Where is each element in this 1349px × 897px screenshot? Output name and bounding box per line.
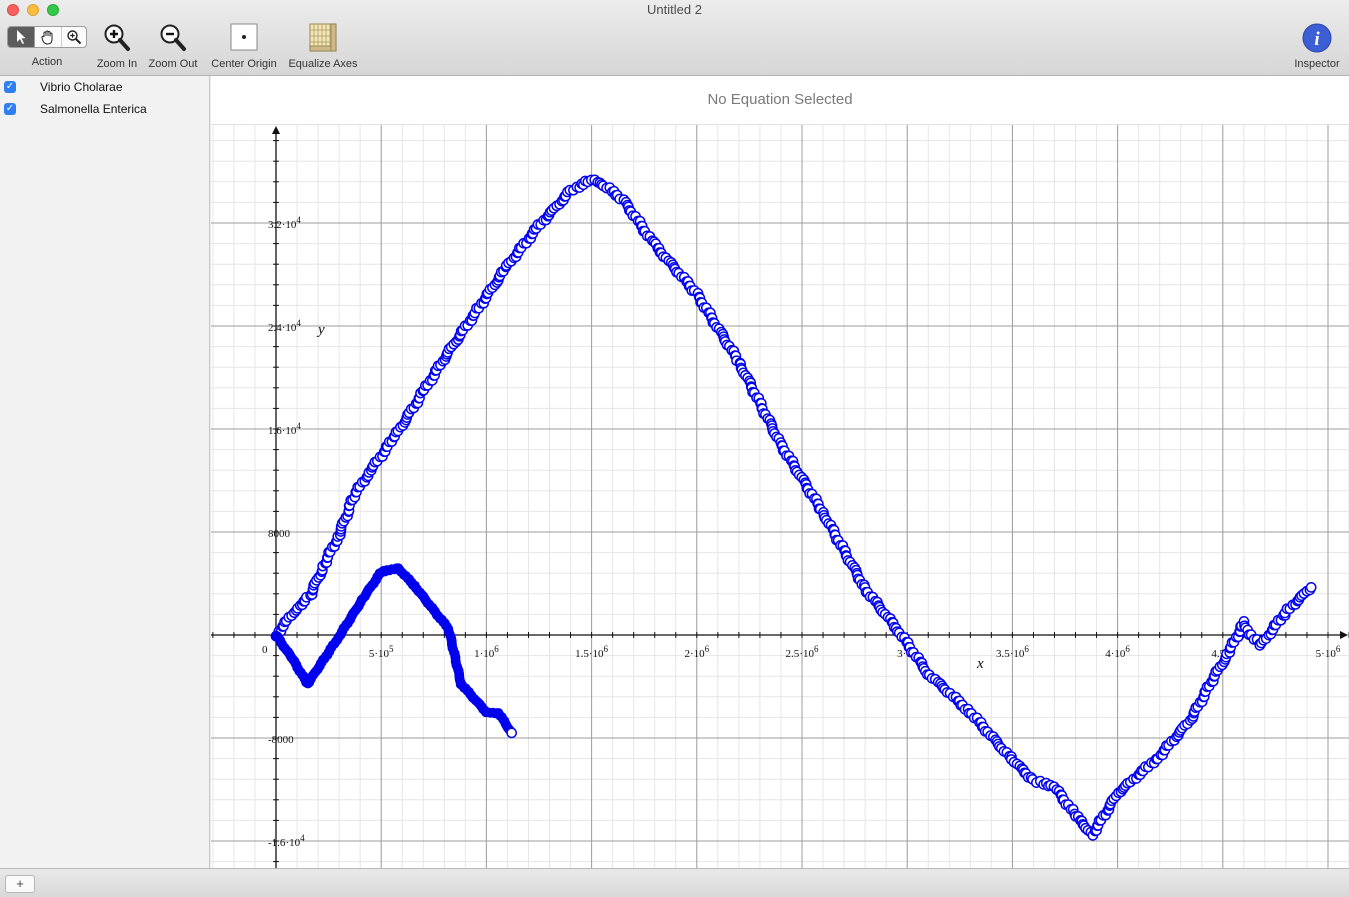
y-tick-label: -1.6·104 [268,833,305,849]
zoom-out-icon [160,24,186,51]
zoom-in-icon [104,24,130,51]
series-0 [270,174,1317,841]
bottom-bar: + [0,868,1349,897]
info-icon: i [1302,23,1332,53]
data-point [1305,582,1317,593]
svg-text:i: i [1314,29,1320,50]
equation-status: No Equation Selected [211,76,1349,125]
graph-canvas[interactable]: 05·1051·1061.5·1062·1062.5·1063·103.5·10… [211,125,1349,869]
action-tool-group: Action [22,56,72,68]
data-point [506,727,517,739]
zoom-out-button[interactable]: Zoom Out [146,22,200,70]
equation-list-sidebar: ✓ Vibrio Cholarae ✓ Salmonella Enterica [0,76,210,868]
x-axis-arrow-icon [1340,631,1348,639]
equalize-axes-label: Equalize Axes [288,58,358,70]
x-tick-label: 0 [262,644,268,656]
y-tick-label: 2.4·104 [268,318,301,334]
series-visibility-checkbox[interactable]: ✓ [4,81,16,93]
center-origin-label: Center Origin [211,58,277,70]
y-tick-label: -8000 [268,734,294,746]
y-axis-arrow-icon [272,126,280,134]
equalize-axes-icon [309,23,337,52]
y-axis-label: y [316,322,325,338]
series-visibility-checkbox[interactable]: ✓ [4,103,16,115]
x-axis-label: x [976,656,984,672]
arrow-pointer-icon[interactable] [8,27,35,47]
window-title: Untitled 2 [647,2,702,17]
list-item[interactable]: ✓ Salmonella Enterica [0,99,209,119]
zoom-in-label: Zoom In [96,58,138,70]
major-grid [211,125,1349,869]
inspector-button[interactable]: i Inspector [1288,22,1346,70]
list-item[interactable]: ✓ Vibrio Cholarae [0,77,209,97]
center-origin-button[interactable]: Center Origin [207,22,281,70]
y-tick-label: 1.6·104 [268,421,301,437]
inspector-label: Inspector [1294,58,1340,70]
zoom-out-label: Zoom Out [148,58,198,70]
window-toolbar: Untitled 2 Action Zoom In Zoom Out Cente… [0,0,1349,76]
y-tick-label: 8000 [268,528,291,540]
add-equation-button[interactable]: + [5,875,35,893]
series-label: Vibrio Cholarae [40,80,123,94]
hand-pan-icon[interactable] [35,27,62,47]
minor-grid [211,125,1349,869]
action-tool-segmented-control[interactable] [7,26,87,48]
series-label: Salmonella Enterica [40,102,147,116]
equalize-axes-button[interactable]: Equalize Axes [285,22,361,70]
y-tick-label: 3.2·104 [268,215,301,231]
zoom-magnifier-icon[interactable] [61,27,86,47]
center-origin-icon [230,23,258,51]
graph-pane: No Equation Selected 0 5·105 1·106 1.5·106 2… [211,76,1349,869]
action-label: Action [31,56,63,68]
zoom-in-button[interactable]: Zoom In [94,22,140,70]
